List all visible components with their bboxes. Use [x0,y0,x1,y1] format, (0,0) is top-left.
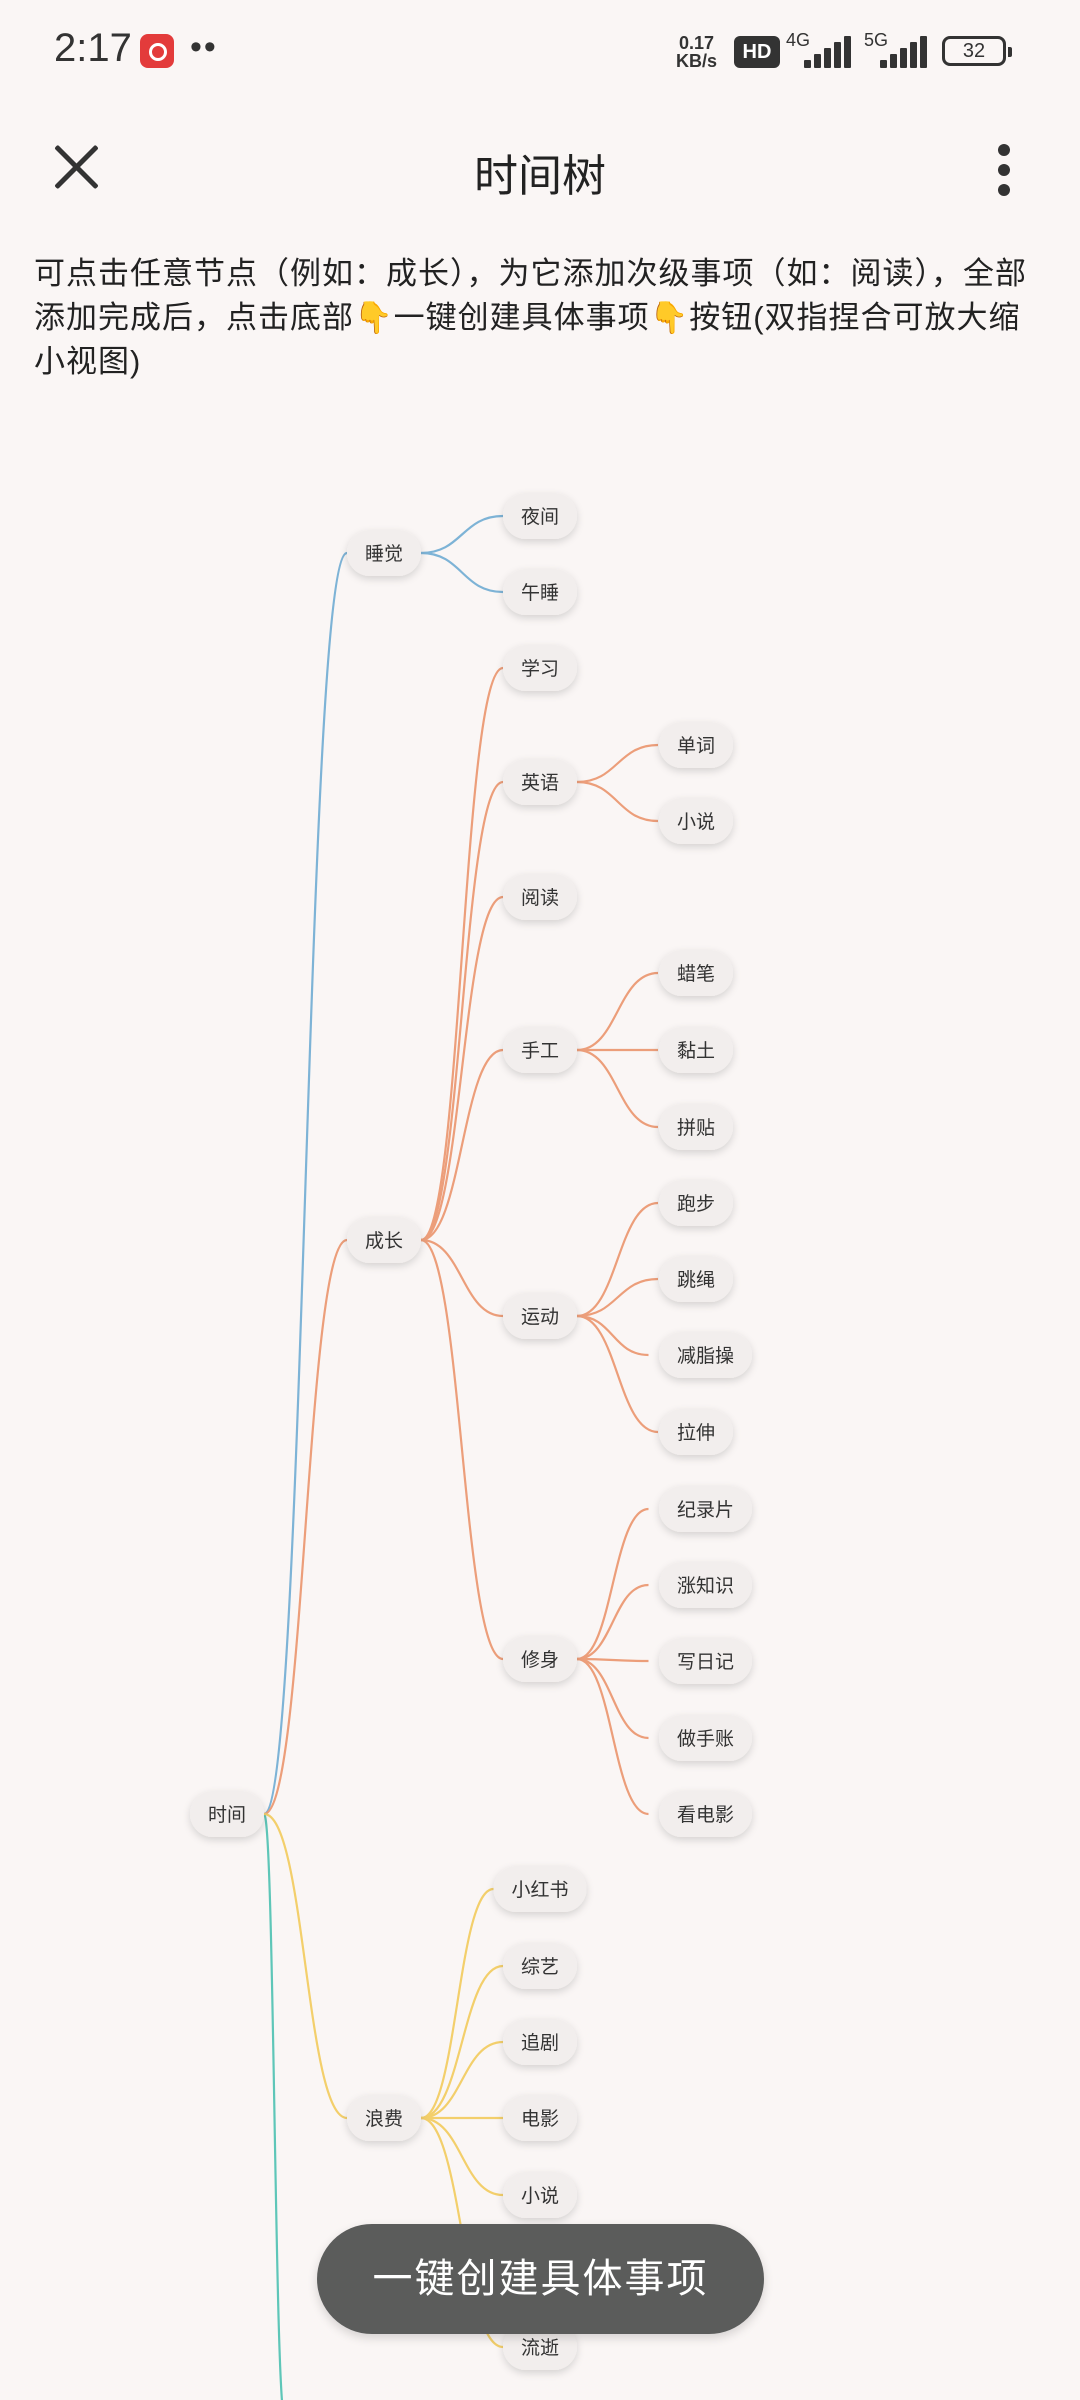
node-leaf[interactable]: 涨知识 [659,1562,752,1608]
node-leaf[interactable]: 做手账 [659,1715,752,1761]
node-label: 拉伸 [677,1422,715,1444]
node-child[interactable]: 英语 [503,759,577,805]
node-label: 小红书 [511,1879,568,1901]
node-label: 看电影 [677,1804,734,1826]
node-child[interactable]: 阅读 [503,874,577,920]
node-label: 单词 [677,735,715,757]
edge-branch-child [420,1887,494,2120]
node-leaf[interactable]: 跑步 [659,1180,733,1226]
node-label: 时间 [208,1804,246,1826]
node-child[interactable]: 夜间 [503,493,577,539]
node-label: 跑步 [677,1193,715,1215]
node-leaf[interactable]: 纪录片 [659,1486,752,1532]
edge-root-branch [263,551,348,1816]
node-label: 减脂操 [677,1345,734,1367]
edge-branch-child [420,1238,504,1318]
node-child[interactable]: 午睡 [503,569,577,615]
edge-offscreen [262,1812,284,2400]
node-leaf[interactable]: 黏土 [659,1027,733,1073]
node-label: 做手账 [677,1728,734,1750]
node-label: 黏土 [677,1040,715,1062]
node-label: 综艺 [521,1956,559,1978]
node-leaf[interactable]: 小说 [659,798,733,844]
node-label: 拼贴 [677,1117,715,1139]
node-label: 阅读 [521,887,559,909]
edge-branch-child [420,2116,504,2197]
node-label: 写日记 [677,1651,734,1673]
edge-child-leaf [576,743,659,784]
edge-child-leaf [576,1657,649,1816]
node-leaf[interactable]: 跳绳 [659,1256,733,1302]
node-leaf[interactable]: 看电影 [659,1791,752,1837]
node-child[interactable]: 学习 [503,645,577,691]
edge-root-branch [263,1238,348,1816]
edge-child-leaf [576,1314,649,1357]
edge-child-leaf [576,1314,659,1434]
node-label: 纪录片 [677,1499,734,1521]
edge-branch-child [420,1238,504,1661]
node-leaf[interactable]: 蜡笔 [659,950,733,996]
edge-root-branch [263,1812,348,2120]
edge-child-leaf [576,1048,659,1129]
edge-branch-child [420,514,504,555]
node-label: 运动 [521,1306,559,1328]
node-child[interactable]: 小说 [503,2172,577,2218]
node-label: 午睡 [521,582,559,604]
edge-child-leaf [576,971,659,1052]
node-leaf[interactable]: 拼贴 [659,1104,733,1150]
node-label: 跳绳 [677,1269,715,1291]
node-branch[interactable]: 睡觉 [347,530,421,576]
node-label: 蜡笔 [677,963,715,985]
node-label: 英语 [521,772,559,794]
mind-map[interactable]: 时间睡觉夜间午睡成长学习英语单词小说阅读手工蜡笔黏土拼贴运动跑步跳绳减脂操拉伸修… [0,0,1080,2400]
node-label: 浪费 [365,2108,403,2130]
edge-child-leaf [576,1657,649,1740]
node-label: 追剧 [521,2032,559,2054]
node-child[interactable]: 电影 [503,2095,577,2141]
edge-child-leaf [576,780,659,823]
edge-branch-child [420,1964,504,2120]
node-child[interactable]: 小红书 [493,1866,587,1912]
node-label: 小说 [521,2185,559,2207]
node-child[interactable]: 综艺 [503,1943,577,1989]
edge-branch-child [420,1048,504,1242]
edge-child-leaf [576,1277,659,1318]
node-label: 涨知识 [677,1575,734,1597]
edge-branch-child [420,666,504,1242]
node-label: 睡觉 [365,543,403,565]
node-label: 电影 [521,2108,559,2130]
node-root[interactable]: 时间 [190,1791,264,1837]
node-leaf[interactable]: 减脂操 [659,1332,752,1378]
node-label: 修身 [521,1649,559,1671]
node-leaf[interactable]: 单词 [659,722,733,768]
node-child[interactable]: 运动 [503,1293,577,1339]
node-label: 夜间 [521,506,559,528]
node-label: 小说 [677,811,715,833]
node-label: 手工 [521,1040,559,1062]
node-branch[interactable]: 成长 [347,1217,421,1263]
edge-branch-child [420,780,504,1242]
node-child[interactable]: 追剧 [503,2019,577,2065]
edge-branch-child [420,551,504,594]
node-child[interactable]: 手工 [503,1027,577,1073]
create-items-button[interactable]: 一键创建具体事项 [317,2224,764,2334]
node-leaf[interactable]: 拉伸 [659,1409,733,1455]
node-label: 学习 [521,658,559,680]
edge-child-leaf [576,1507,649,1661]
node-child[interactable]: 修身 [503,1636,577,1682]
edge-child-leaf [576,1583,649,1661]
node-leaf[interactable]: 写日记 [659,1638,752,1684]
node-label: 流逝 [521,2337,559,2359]
node-label: 成长 [365,1230,403,1252]
node-branch[interactable]: 浪费 [347,2095,421,2141]
edge-child-leaf [576,1201,659,1318]
